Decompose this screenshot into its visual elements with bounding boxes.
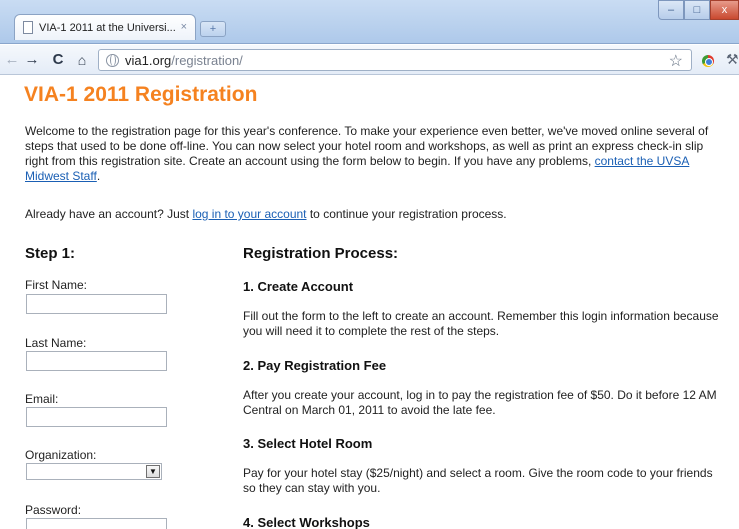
step-hotel-room-desc: Pay for your hotel stay ($25/night) and … bbox=[243, 466, 713, 495]
bookmark-star-icon[interactable]: ☆ bbox=[669, 51, 683, 71]
address-bar[interactable]: via1.org/registration/ ☆ bbox=[98, 49, 692, 71]
password-label: Password: bbox=[25, 503, 82, 517]
step-create-account-desc: Fill out the form to the left to create … bbox=[243, 309, 719, 338]
login-link[interactable]: log in to your account bbox=[192, 207, 306, 221]
close-window-button[interactable]: x bbox=[710, 0, 739, 20]
intro-end: . bbox=[96, 169, 101, 183]
tab-close-icon[interactable]: × bbox=[181, 21, 187, 33]
home-icon[interactable]: ⌂ bbox=[72, 49, 92, 71]
tab-title: VIA-1 2011 at the Universi... bbox=[39, 22, 176, 34]
registration-process-title: Registration Process: bbox=[243, 245, 399, 262]
page-title: VIA-1 2011 Registration bbox=[24, 83, 258, 106]
chrome-extension-icon[interactable] bbox=[702, 55, 714, 67]
page-icon bbox=[23, 21, 33, 34]
wrench-icon[interactable]: ⚒ bbox=[726, 51, 739, 68]
first-name-field[interactable] bbox=[26, 294, 167, 314]
already-text: Already have an account? Just bbox=[25, 207, 193, 221]
new-tab-button[interactable]: + bbox=[200, 21, 226, 37]
browser-tab[interactable]: VIA-1 2011 at the Universi... × bbox=[14, 14, 196, 40]
step-create-account-title: 1. Create Account bbox=[243, 279, 354, 294]
step-hotel-room-title: 3. Select Hotel Room bbox=[243, 436, 373, 451]
reload-icon[interactable]: C bbox=[48, 49, 68, 71]
email-field[interactable] bbox=[26, 407, 167, 427]
last-name-field[interactable] bbox=[26, 351, 167, 371]
dropdown-arrow-icon[interactable]: ▼ bbox=[146, 465, 160, 478]
url-host: via1.org bbox=[125, 53, 172, 68]
step-pay-fee-title: 2. Pay Registration Fee bbox=[243, 358, 387, 373]
email-label: Email: bbox=[25, 392, 59, 406]
forward-arrow-icon[interactable]: → bbox=[22, 49, 42, 71]
last-name-label: Last Name: bbox=[25, 336, 87, 350]
password-field[interactable] bbox=[26, 518, 167, 529]
step-title: Step 1: bbox=[25, 245, 76, 262]
already-end: to continue your registration process. bbox=[306, 207, 507, 221]
login-paragraph: Already have an account? Just log in to … bbox=[25, 207, 721, 222]
browser-titlebar: VIA-1 2011 at the Universi... × + – □ x bbox=[0, 0, 739, 44]
intro-paragraph: Welcome to the registration page for thi… bbox=[25, 124, 721, 184]
minimize-button[interactable]: – bbox=[658, 0, 684, 20]
organization-select[interactable]: ▼ bbox=[26, 463, 162, 480]
step-workshops-title: 4. Select Workshops bbox=[243, 515, 370, 529]
back-arrow-icon[interactable]: ← bbox=[2, 49, 22, 71]
first-name-label: First Name: bbox=[25, 278, 88, 292]
step-pay-fee-desc: After you create your account, log in to… bbox=[243, 388, 717, 417]
url-path: /registration/ bbox=[171, 53, 243, 68]
maximize-button[interactable]: □ bbox=[684, 0, 710, 20]
browser-toolbar: ← → C ⌂ via1.org/registration/ ☆ ⚒ bbox=[0, 45, 739, 75]
page-content: VIA-1 2011 Registration Welcome to the r… bbox=[0, 76, 739, 529]
organization-label: Organization: bbox=[25, 448, 97, 462]
globe-icon bbox=[106, 54, 119, 67]
